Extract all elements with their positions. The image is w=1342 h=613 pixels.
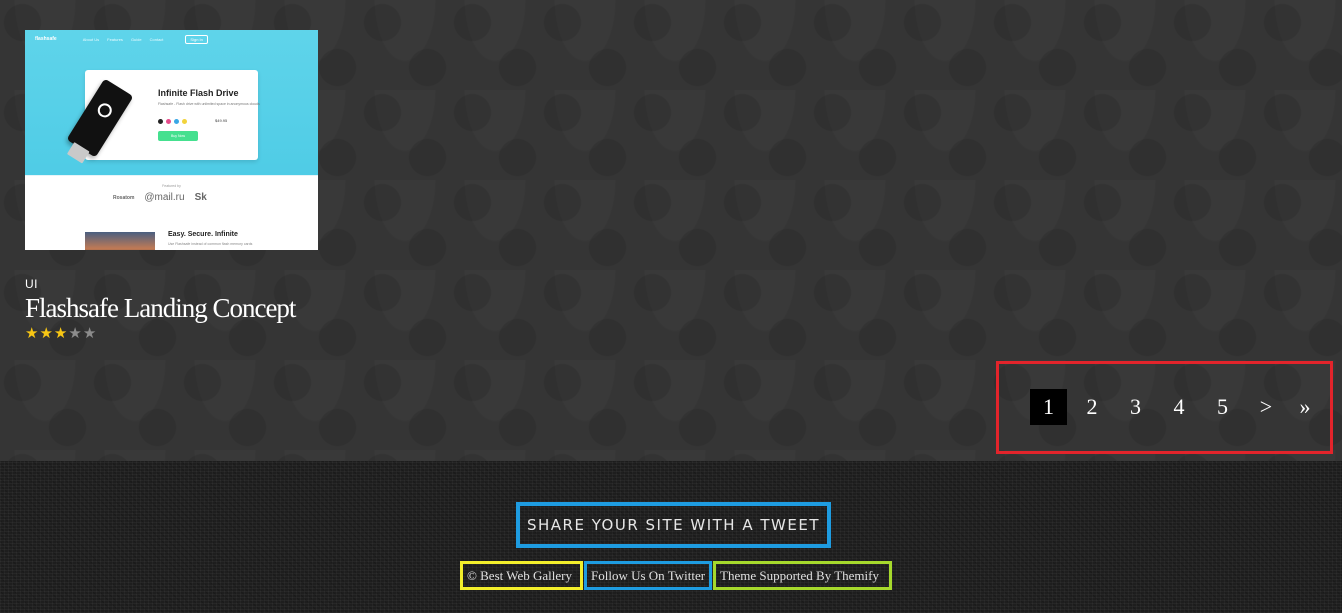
partner-logo: Rosatom <box>113 194 135 201</box>
star-rating: ★ ★ ★ ★ ★ <box>25 327 318 342</box>
thumbnail-logo: flashsafe <box>35 36 57 42</box>
page-3-button[interactable]: 3 <box>1117 389 1154 425</box>
thumbnail-nav: flashsafe About Us Features Guide Contac… <box>25 30 318 48</box>
thumbnail-nav-item: Contact <box>149 36 164 42</box>
thumbnail-featured-label: Featured by <box>162 184 181 188</box>
thumbnail-landscape-photo <box>85 232 155 250</box>
thumbnail-color-swatches <box>158 119 187 124</box>
star-filled-icon: ★ <box>53 326 68 342</box>
footer: SHARE YOUR SITE WITH A TWEET © Best Web … <box>0 461 1342 613</box>
last-page-button[interactable]: » <box>1287 389 1324 425</box>
star-filled-icon: ★ <box>39 326 53 342</box>
thumbnail-buy-button: Buy Now <box>158 131 198 141</box>
page-2-button[interactable]: 2 <box>1074 389 1111 425</box>
star-empty-icon: ★ <box>68 326 82 342</box>
twitter-follow-link[interactable]: Follow Us On Twitter <box>584 561 712 590</box>
card-title[interactable]: Flashsafe Landing Concept <box>25 293 318 323</box>
color-swatch <box>158 119 163 124</box>
share-tweet-button[interactable]: SHARE YOUR SITE WITH A TWEET <box>516 502 831 548</box>
thumbnail-section-title: Easy. Secure. Infinite <box>168 231 238 238</box>
next-page-button[interactable]: > <box>1248 389 1285 425</box>
color-swatch <box>174 119 179 124</box>
thumbnail-partner-logos: Rosatom @mail.ru Sk <box>113 192 207 203</box>
thumbnail-product-title: Infinite Flash Drive <box>158 88 239 98</box>
color-swatch <box>166 119 171 124</box>
partner-logo: Sk <box>194 192 207 203</box>
thumbnail-price: $49.95 <box>215 118 228 123</box>
partner-logo: @mail.ru <box>144 192 185 203</box>
card-thumbnail[interactable]: flashsafe About Us Features Guide Contac… <box>25 30 318 250</box>
footer-links: © Best Web Gallery Follow Us On Twitter … <box>460 561 892 590</box>
thumbnail-nav-item: Features <box>107 36 123 42</box>
thumbnail-product-desc: Flashsafe - Flash drive with unlimited s… <box>158 102 260 106</box>
page-4-button[interactable]: 4 <box>1161 389 1198 425</box>
star-empty-icon: ★ <box>82 326 97 342</box>
gallery-card: flashsafe About Us Features Guide Contac… <box>25 30 318 342</box>
gallery-main: flashsafe About Us Features Guide Contac… <box>0 0 1342 461</box>
page-1-button[interactable]: 1 <box>1030 389 1067 425</box>
thumbnail-section-desc: Use Flashsafe instead of common flash me… <box>168 242 253 246</box>
infinity-icon <box>95 100 115 121</box>
card-category[interactable]: UI <box>25 277 318 291</box>
thumbnail-nav-item: About Us <box>82 36 100 42</box>
thumbnail-divider <box>25 175 318 176</box>
thumbnail-signin: Sign In <box>185 34 208 44</box>
themify-link[interactable]: Theme Supported By Themify <box>713 561 892 590</box>
color-swatch <box>182 119 187 124</box>
pagination: 1 2 3 4 5 > » <box>996 361 1333 454</box>
page-5-button[interactable]: 5 <box>1204 389 1241 425</box>
star-filled-icon: ★ <box>25 326 39 342</box>
copyright-link[interactable]: © Best Web Gallery <box>460 561 583 590</box>
thumbnail-nav-item: Guide <box>130 36 142 42</box>
